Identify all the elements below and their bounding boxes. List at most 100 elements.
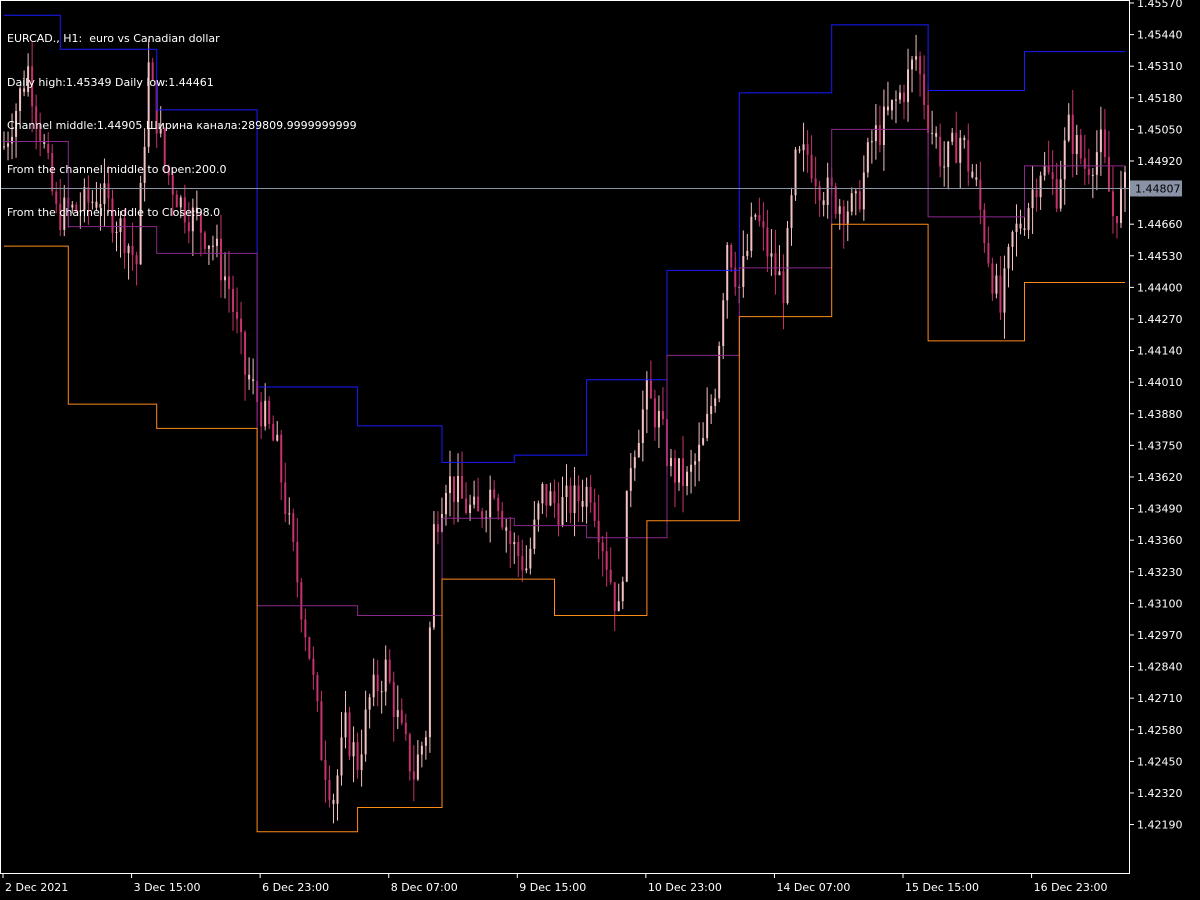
candle-body — [457, 475, 460, 503]
candle-body — [545, 483, 548, 506]
candle-body — [907, 69, 910, 103]
candle-body — [862, 172, 865, 210]
candle-body — [959, 137, 962, 163]
info-line-daily-range: Daily high:1.45349 Daily low:1.44461 — [7, 75, 214, 89]
candle-body — [1055, 179, 1058, 209]
candle-body — [565, 485, 568, 498]
candle-body — [1059, 179, 1062, 209]
candle-body — [746, 250, 749, 256]
candle-body — [248, 374, 251, 380]
price-tick-label: 1.42580 — [1137, 724, 1183, 737]
time-tick-label: 6 Dec 23:00 — [262, 881, 329, 894]
candle-body — [995, 275, 998, 294]
candle-body — [886, 106, 889, 111]
candle-body — [702, 438, 705, 445]
candle — [320, 690, 323, 761]
candle-body — [384, 659, 387, 692]
candle-body — [1115, 216, 1118, 223]
candle-body — [1015, 223, 1018, 233]
candle-body — [1103, 129, 1106, 158]
candle-body — [766, 227, 769, 257]
candle — [866, 137, 869, 178]
candle-body — [814, 178, 817, 187]
candle-body — [127, 245, 130, 254]
candle-body — [517, 541, 520, 557]
candle-body — [1075, 135, 1078, 154]
candle — [625, 490, 628, 583]
candle-body — [806, 144, 809, 155]
candle-body — [432, 524, 435, 628]
candle-body — [529, 548, 532, 569]
candle-body — [211, 245, 214, 247]
candle-body — [983, 209, 986, 244]
candle-body — [613, 582, 616, 612]
candle-body — [448, 476, 451, 493]
candle — [308, 636, 311, 661]
candle-body — [714, 398, 717, 407]
candle-body — [1123, 172, 1126, 188]
candle-body — [268, 400, 271, 424]
price-tick-label: 1.45440 — [1137, 29, 1183, 42]
candle-body — [686, 471, 689, 487]
candle-body — [541, 483, 544, 504]
candle-body — [324, 759, 327, 780]
candle-body — [1043, 165, 1046, 176]
candle-body — [332, 799, 335, 804]
price-tick-label: 1.44010 — [1137, 376, 1183, 389]
candle-body — [762, 221, 765, 228]
candle-body — [1003, 268, 1006, 313]
candle-body — [296, 541, 299, 583]
candle — [432, 511, 435, 630]
candle-body — [629, 468, 632, 491]
candle-body — [352, 742, 355, 757]
price-tick-label: 1.44140 — [1137, 345, 1183, 358]
candle-body — [842, 206, 845, 224]
candle-body — [388, 659, 391, 682]
candle-body — [694, 461, 697, 465]
candle-body — [786, 228, 789, 304]
price-tick-label: 1.43100 — [1137, 597, 1183, 610]
candle-body — [798, 149, 801, 151]
candle-body — [473, 496, 476, 505]
candle-body — [678, 458, 681, 483]
candle-body — [999, 275, 1002, 313]
candle — [786, 220, 789, 305]
candle-body — [304, 619, 307, 638]
candle-body — [935, 133, 938, 137]
candle-body — [854, 191, 857, 194]
time-tick-label: 10 Dec 23:00 — [648, 881, 722, 894]
candle-body — [1067, 114, 1070, 141]
candle-body — [617, 601, 620, 612]
candle-body — [802, 144, 805, 151]
candle-body — [931, 132, 934, 134]
candle-body — [1071, 114, 1074, 154]
candle-body — [770, 253, 773, 257]
price-tick-label: 1.44920 — [1137, 155, 1183, 168]
candle-body — [131, 245, 134, 256]
candle-body — [1039, 175, 1042, 198]
candle-body — [392, 681, 395, 717]
candle-body — [396, 710, 399, 717]
candle — [428, 621, 431, 753]
candle-body — [706, 413, 709, 439]
candle-body — [911, 59, 914, 70]
candle-body — [272, 423, 275, 441]
candle-body — [1091, 174, 1094, 176]
candle-body — [400, 710, 403, 723]
candle-body — [236, 311, 239, 319]
candle-body — [975, 177, 978, 180]
time-tick-label: 8 Dec 07:00 — [391, 881, 458, 894]
candle-body — [951, 132, 954, 142]
price-tick-label: 1.42190 — [1137, 819, 1183, 832]
candle-body — [336, 775, 339, 804]
price-tick-label: 1.45310 — [1137, 60, 1183, 73]
candle-body — [444, 492, 447, 515]
candle-body — [589, 486, 592, 503]
candle-body — [774, 253, 777, 276]
candle-body — [573, 485, 576, 514]
candle-body — [903, 92, 906, 103]
price-tick-label: 1.45180 — [1137, 92, 1183, 105]
candle-body — [292, 513, 295, 542]
candle-body — [661, 411, 664, 420]
candle-body — [947, 141, 950, 168]
